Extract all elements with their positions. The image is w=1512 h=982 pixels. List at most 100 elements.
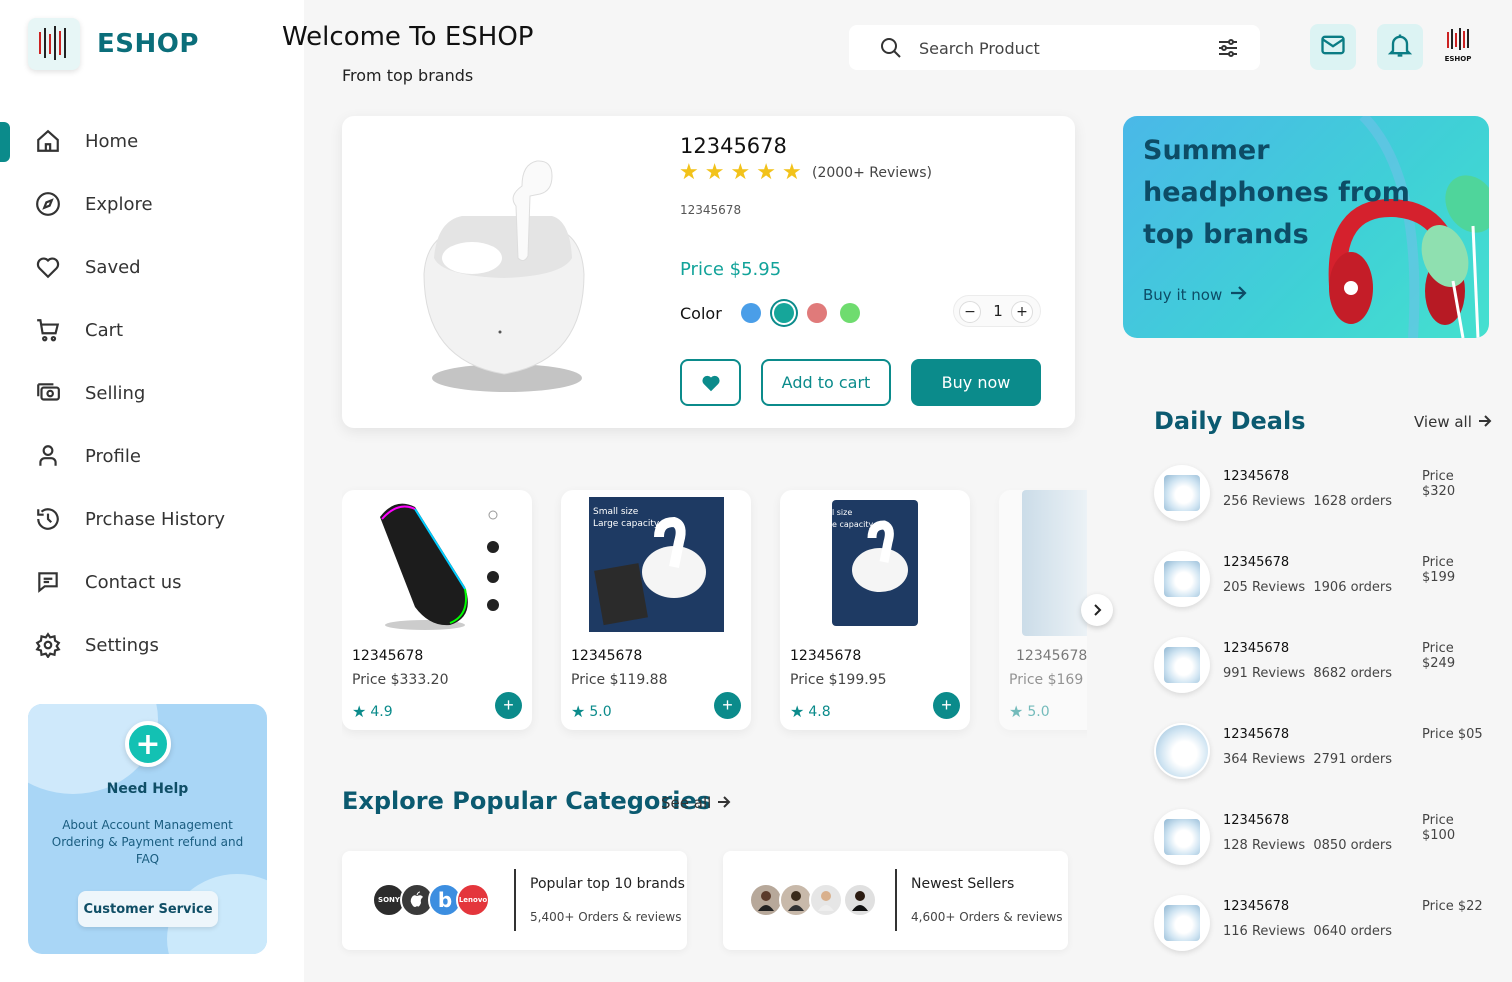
sidebar-item-purchase-history[interactable]: Prchase History bbox=[0, 499, 304, 539]
sidebar-item-saved[interactable]: Saved bbox=[0, 247, 304, 287]
sidebar-item-explore[interactable]: Explore bbox=[0, 184, 304, 224]
divider bbox=[895, 869, 897, 931]
product-card[interactable]: 12345678 Price $169 ★ 5.0 bbox=[999, 490, 1087, 730]
sidebar-item-contact[interactable]: Contact us bbox=[0, 562, 304, 602]
add-to-cart-button[interactable]: Add to cart bbox=[761, 359, 891, 406]
star-icon: ★ bbox=[756, 160, 776, 185]
deal-orders: 2791 orders bbox=[1313, 752, 1393, 767]
deal-item[interactable]: 12345678 128 Reviews 0850 orders Price $… bbox=[1154, 809, 1489, 869]
deal-meta: 256 Reviews 1628 orders bbox=[1223, 494, 1392, 509]
product-price: Price $199.95 bbox=[790, 672, 887, 688]
decrement-button[interactable]: − bbox=[959, 301, 981, 323]
rating-value: 5.0 bbox=[589, 703, 612, 720]
promo-title: Summer headphones from top brands bbox=[1143, 135, 1410, 250]
deal-item[interactable]: 12345678 364 Reviews 2791 orders Price $… bbox=[1154, 723, 1489, 783]
increment-button[interactable]: + bbox=[1011, 301, 1033, 323]
product-card[interactable]: l size e capacity 12345678 Price $199.95… bbox=[780, 490, 970, 730]
sidebar-item-profile[interactable]: Profile bbox=[0, 436, 304, 476]
see-all-link[interactable]: See all bbox=[661, 794, 731, 812]
favorite-button[interactable] bbox=[680, 359, 741, 406]
deal-thumbnail bbox=[1154, 895, 1210, 951]
add-to-cart-icon-button[interactable]: + bbox=[495, 692, 522, 719]
add-to-cart-icon-button[interactable]: + bbox=[714, 692, 741, 719]
deal-meta: 205 Reviews 1906 orders bbox=[1223, 580, 1392, 595]
cart-icon bbox=[34, 316, 62, 344]
brand-name[interactable]: ESHOP bbox=[97, 29, 199, 59]
search-icon bbox=[879, 36, 903, 64]
add-to-cart-icon-button[interactable]: + bbox=[933, 692, 960, 719]
deal-meta: 364 Reviews 2791 orders bbox=[1223, 752, 1392, 767]
deal-thumbnail bbox=[1154, 551, 1210, 607]
deal-name: 12345678 bbox=[1223, 555, 1290, 570]
deal-item[interactable]: 12345678 205 Reviews 1906 orders Price $… bbox=[1154, 551, 1489, 611]
deal-meta: 991 Reviews 8682 orders bbox=[1223, 666, 1392, 681]
deal-reviews: 364 Reviews bbox=[1223, 752, 1306, 767]
heart-icon bbox=[34, 253, 62, 281]
sidebar-item-selling[interactable]: Selling bbox=[0, 373, 304, 413]
page-title: Welcome To ESHOP bbox=[282, 22, 534, 52]
seller-avatar bbox=[809, 883, 843, 917]
promo-banner[interactable]: Summer headphones from top brands Buy it… bbox=[1123, 116, 1489, 338]
deal-price: Price $100 bbox=[1422, 813, 1456, 843]
review-count[interactable]: (2000+ Reviews) bbox=[812, 165, 932, 181]
color-label: Color bbox=[680, 304, 722, 323]
sidebar-item-label: Home bbox=[85, 130, 139, 152]
mail-button[interactable] bbox=[1310, 24, 1356, 70]
filter-icon[interactable] bbox=[1216, 36, 1240, 64]
color-swatch-green[interactable] bbox=[840, 303, 860, 323]
deal-name: 12345678 bbox=[1223, 813, 1290, 828]
rating-stars: ★ ★ ★ ★ ★ bbox=[679, 162, 802, 184]
product-carousel: 12345678 Price $333.20 ★ 4.9 + Small size… bbox=[342, 480, 1087, 750]
sidebar-item-home[interactable]: Home bbox=[0, 121, 304, 161]
deal-name: 12345678 bbox=[1223, 469, 1290, 484]
sidebar-item-label: Saved bbox=[85, 256, 141, 278]
quantity-stepper: 1 − + bbox=[953, 295, 1041, 327]
avatar[interactable]: ESHOP bbox=[1437, 26, 1479, 66]
buy-it-now-link[interactable]: Buy it now bbox=[1143, 285, 1248, 305]
deal-thumbnail bbox=[1154, 465, 1210, 521]
arrow-right-icon bbox=[1478, 413, 1492, 431]
earbuds-box-image: Small size Large capacity bbox=[589, 497, 724, 632]
star-icon: ★ bbox=[352, 702, 367, 721]
carousel-next-button[interactable] bbox=[1081, 594, 1113, 626]
compass-icon bbox=[34, 190, 62, 218]
svg-text:Small size: Small size bbox=[593, 507, 639, 517]
rating-value: 5.0 bbox=[1027, 703, 1050, 720]
sidebar-item-cart[interactable]: Cart bbox=[0, 310, 304, 350]
product-name: 12345678 bbox=[1016, 648, 1087, 664]
buy-now-button[interactable]: Buy now bbox=[911, 359, 1041, 406]
deal-item[interactable]: 12345678 256 Reviews 1628 orders Price $… bbox=[1154, 465, 1489, 525]
deal-thumbnail bbox=[1154, 637, 1210, 693]
star-icon: ★ bbox=[1009, 702, 1024, 721]
product-card[interactable]: Small size Large capacity 12345678 Price… bbox=[561, 490, 751, 730]
sidebar-item-settings[interactable]: Settings bbox=[0, 625, 304, 665]
product-card[interactable]: 12345678 Price $333.20 ★ 4.9 + bbox=[342, 490, 532, 730]
arrow-right-icon bbox=[1230, 285, 1248, 305]
gear-icon bbox=[34, 631, 62, 659]
lenovo-logo: Lenovo bbox=[456, 883, 490, 917]
sidebar-item-label: Prchase History bbox=[85, 508, 226, 530]
bell-icon bbox=[1386, 31, 1414, 63]
deal-thumbnail bbox=[1154, 723, 1210, 779]
help-title: Need Help bbox=[106, 781, 189, 797]
notification-button[interactable] bbox=[1377, 24, 1423, 70]
deal-reviews: 256 Reviews bbox=[1223, 494, 1306, 509]
earbuds-box-image: l size e capacity bbox=[832, 500, 918, 626]
deal-item[interactable]: 12345678 991 Reviews 8682 orders Price $… bbox=[1154, 637, 1489, 697]
category-card-brands[interactable]: SONY b Lenovo Popular top 10 brands 5,40… bbox=[342, 851, 687, 950]
svg-text:Large capacity: Large capacity bbox=[593, 519, 660, 529]
deal-item[interactable]: 12345678 116 Reviews 0640 orders Price $… bbox=[1154, 895, 1489, 955]
deal-name: 12345678 bbox=[1223, 641, 1290, 656]
customer-service-button[interactable]: Customer Service bbox=[78, 891, 218, 927]
deal-reviews: 128 Reviews bbox=[1223, 838, 1306, 853]
svg-text:l size: l size bbox=[832, 508, 852, 517]
color-swatch-blue[interactable] bbox=[741, 303, 761, 323]
view-all-link[interactable]: View all bbox=[1414, 413, 1492, 431]
color-swatch-red[interactable] bbox=[807, 303, 827, 323]
category-card-sellers[interactable]: Newest Sellers 4,600+ Orders & reviews bbox=[723, 851, 1068, 950]
mouse-image bbox=[370, 497, 505, 632]
search-input[interactable] bbox=[919, 35, 1189, 61]
sidebar: ESHOP Home Explore Saved Cart Selling Pr… bbox=[0, 0, 304, 982]
heart-icon bbox=[701, 375, 720, 391]
color-swatch-teal[interactable] bbox=[774, 303, 794, 323]
